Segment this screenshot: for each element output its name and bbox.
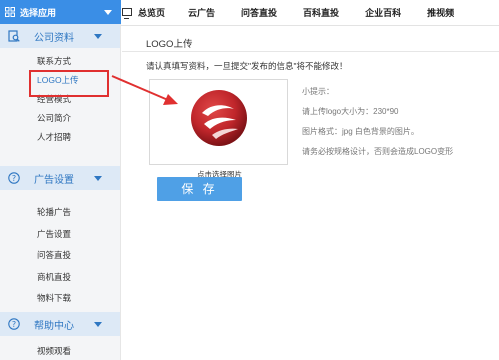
app-select-label: 选择应用: [20, 7, 57, 18]
sidebar-item-video-tutorials[interactable]: 视频观看: [0, 342, 120, 360]
section-title: 广告设置: [34, 174, 74, 186]
company-logo-image: [191, 90, 247, 146]
section-items: 轮播广告 广告设置 问答直投 商机直投 物料下载: [0, 190, 120, 303]
sidebar-section-help-center[interactable]: ? 帮助中心: [0, 312, 120, 336]
sidebar-item-material-download[interactable]: 物料下载: [0, 288, 120, 310]
app-select-dropdown[interactable]: 选择应用: [0, 0, 121, 24]
nav-qa-placement[interactable]: 问答直投: [241, 6, 277, 19]
top-nav: 总览页 云广告 问答直投 百科直投 企业百科 推视频: [122, 0, 454, 24]
svg-text:?: ?: [12, 174, 16, 183]
sidebar-item-qa-placement[interactable]: 问答直投: [0, 245, 120, 267]
svg-text:?: ?: [12, 320, 16, 329]
apps-grid-icon: [5, 7, 15, 17]
divider: [122, 51, 499, 52]
sidebar-item-company-profile[interactable]: 公司简介: [0, 109, 120, 128]
sidebar-section-company-info[interactable]: 公司资料: [0, 24, 120, 48]
main-content: LOGO上传 请认真填写资料，一旦提交"发布的信息"将不能修改！ 点击选择图片 …: [122, 24, 499, 360]
chevron-down-icon: [94, 33, 102, 39]
highlight-box: [29, 70, 109, 97]
nav-cloud-ads[interactable]: 云广告: [188, 6, 215, 19]
top-bar: 选择应用 总览页 云广告 问答直投 百科直投 企业百科 推视频: [0, 0, 499, 26]
sidebar-item-recruitment[interactable]: 人才招聘: [0, 128, 120, 147]
hint-line: 图片格式：jpg 白色背景的图片。: [302, 127, 419, 136]
save-button[interactable]: 保 存: [157, 177, 242, 201]
monitor-icon: [122, 8, 132, 19]
nav-overview[interactable]: 总览页: [122, 6, 165, 19]
sidebar-item-ad-settings[interactable]: 广告设置: [0, 224, 120, 246]
sidebar-item-carousel-ads[interactable]: 轮播广告: [0, 202, 120, 224]
logo-upload-area[interactable]: 点击选择图片: [149, 79, 288, 179]
page-title: LOGO上传: [146, 39, 193, 50]
nav-label: 总览页: [138, 7, 166, 18]
upload-hints: 小提示： 请上传logo大小为：230*90 图片格式：jpg 白色背景的图片。…: [302, 82, 453, 162]
hint-line: 小提示：: [302, 87, 334, 96]
sidebar-section-ad-settings[interactable]: ? 广告设置: [0, 166, 120, 190]
section-title: 帮助中心: [34, 320, 74, 332]
document-search-icon: [8, 30, 20, 42]
hint-line: 请上传logo大小为：230*90: [302, 107, 399, 116]
notice-text: 请认真填写资料，一旦提交"发布的信息"将不能修改！: [146, 61, 348, 71]
chevron-down-icon: [104, 9, 112, 15]
sidebar-item-contact[interactable]: 联系方式: [0, 52, 120, 71]
sidebar-item-lead-placement[interactable]: 商机直投: [0, 267, 120, 289]
chevron-down-icon: [94, 321, 102, 327]
help-circle-icon: ?: [8, 172, 20, 184]
section-items: 联系方式 LOGO上传 经营模式 公司简介 人才招聘: [0, 48, 120, 148]
help-circle-icon: ?: [8, 318, 20, 330]
section-title: 公司资料: [34, 32, 74, 44]
section-items: 视频观看: [0, 336, 120, 360]
nav-push-video[interactable]: 推视频: [427, 6, 454, 19]
nav-company-wiki[interactable]: 企业百科: [365, 6, 401, 19]
hint-line: 请务必按规格设计，否则会造成LOGO变形: [302, 147, 454, 156]
nav-wiki-placement[interactable]: 百科直投: [303, 6, 339, 19]
chevron-down-icon: [94, 175, 102, 181]
